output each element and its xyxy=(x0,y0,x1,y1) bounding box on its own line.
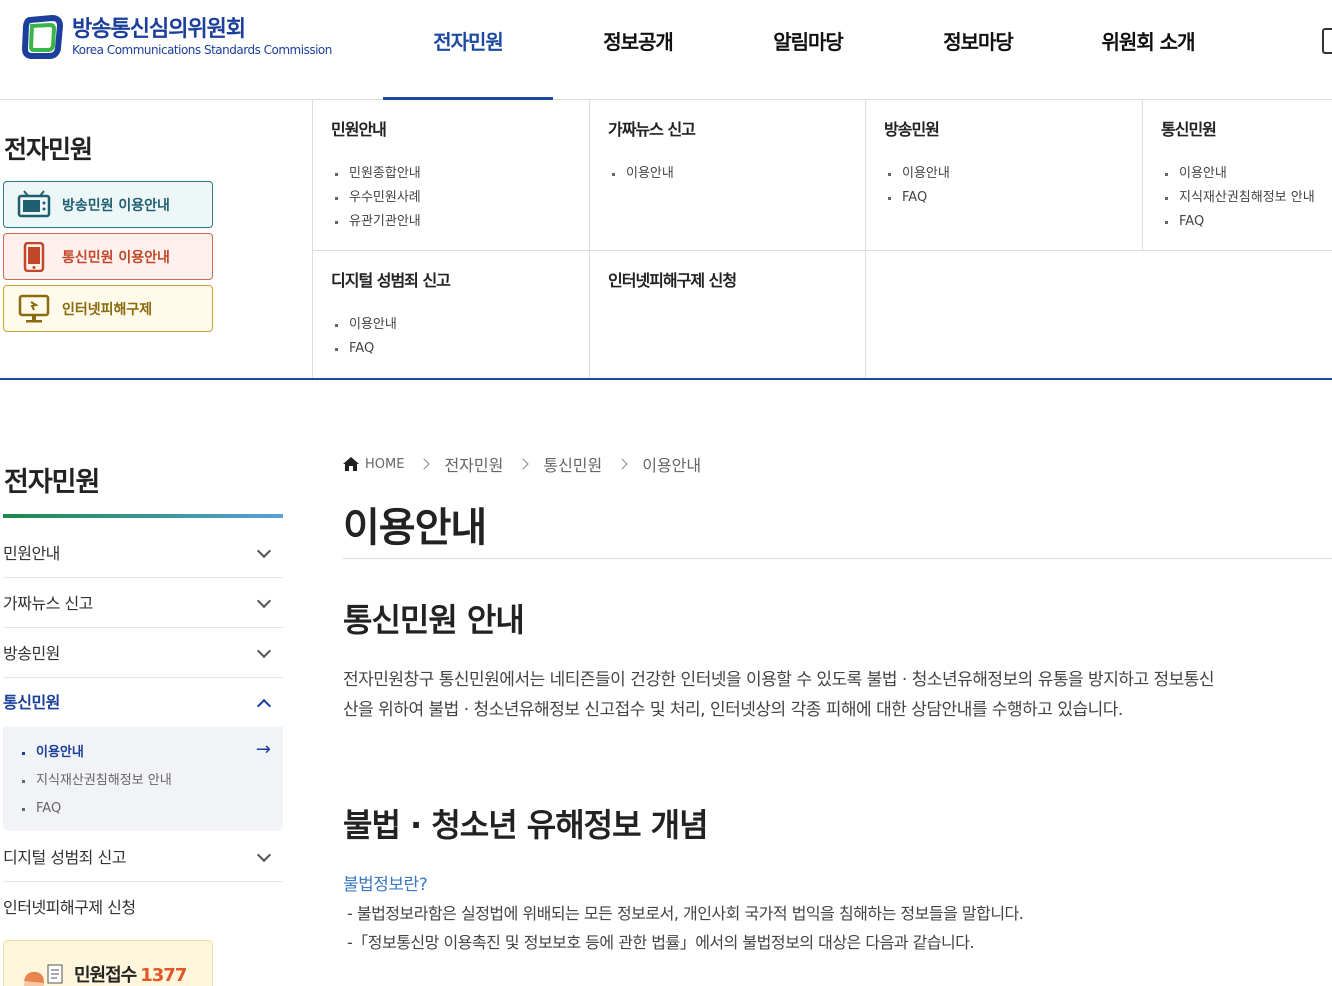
kcsc-logo-icon xyxy=(22,14,64,59)
chevron-down-icon xyxy=(256,643,272,659)
quick-link-label: 방송민원 이용안내 xyxy=(62,197,170,214)
mega-link[interactable]: 유관기관안내 xyxy=(331,210,589,234)
mega-col-empty xyxy=(865,251,1332,378)
chevron-down-icon xyxy=(256,543,272,559)
monitor-icon xyxy=(16,294,52,324)
side-nav-sub-item[interactable]: FAQ xyxy=(3,795,283,823)
definition-item: -「정보통신망 이용촉진 및 정보보호 등에 관한 법률」에서의 불법정보의 대… xyxy=(347,933,975,952)
intro-line-2: 산을 위하여 불법 · 청소년유해정보 신고접수 및 처리, 인터넷상의 각종 … xyxy=(343,700,1123,720)
side-nav-item-telecom[interactable]: 통신민원 xyxy=(3,677,283,727)
definition-item: - 불법정보라함은 실정법에 위배되는 모든 정보로서, 개인사회 국가적 법익… xyxy=(347,904,1024,923)
quick-link-internet-relief[interactable]: 인터넷피해구제 xyxy=(3,285,213,332)
mega-col-title[interactable]: 디지털 성범죄 신고 xyxy=(331,267,589,291)
illegal-info-subheading: 불법정보란? xyxy=(343,875,428,895)
section-heading-telecom-guide: 통신민원 안내 xyxy=(343,601,525,639)
chevron-down-icon xyxy=(256,847,272,863)
page-title: 이용안내 xyxy=(343,505,487,551)
mega-link[interactable]: 이용안내 xyxy=(331,313,589,337)
mega-col-fake-news: 가짜뉴스 신고 이용안내 xyxy=(589,100,865,251)
breadcrumb-item[interactable]: 통신민원 xyxy=(543,452,602,476)
mega-col-title[interactable]: 통신민원 xyxy=(1161,116,1332,140)
side-nav-label: 가짜뉴스 신고 xyxy=(3,594,93,613)
logo-korean-name: 방송통신심의위원회 xyxy=(72,17,246,42)
header-utility-button[interactable] xyxy=(1322,28,1332,54)
mega-menu-grid: 민원안내 민원종합안내 우수민원사례 유관기관안내 가짜뉴스 신고 이용안내 방… xyxy=(312,100,1332,378)
arrow-right-icon: → xyxy=(255,739,271,760)
side-nav-item-broadcast[interactable]: 방송민원 xyxy=(3,628,283,678)
side-nav-sub-item[interactable]: 지식재산권침해정보 안내 xyxy=(3,767,283,795)
side-nav-divider xyxy=(3,514,283,518)
counter-label: 민원접수 1377 xyxy=(74,961,187,986)
intro-line-1: 전자민원창구 통신민원에서는 네티즌들이 건강한 인터넷을 이용할 수 있도록 … xyxy=(343,670,1215,690)
mega-link[interactable]: FAQ xyxy=(1161,210,1332,234)
counselor-icon xyxy=(24,964,63,986)
gnb-item-info-center[interactable]: 정보마당 xyxy=(893,0,1063,100)
site-logo[interactable]: 방송통신심의위원회 Korea Communications Standards… xyxy=(22,14,332,60)
mega-col-digital-crime: 디지털 성범죄 신고 이용안내 FAQ xyxy=(312,251,589,378)
side-nav-label: 통신민원 xyxy=(3,693,60,712)
side-nav-label: 인터넷피해구제 신청 xyxy=(3,898,136,917)
quick-link-broadcast-guide[interactable]: 방송민원 이용안내 xyxy=(3,181,213,228)
mega-link[interactable]: FAQ xyxy=(331,337,589,361)
side-nav-item-fake-news[interactable]: 가짜뉴스 신고 xyxy=(3,578,283,628)
mega-menu: 전자민원 방송민원 이용안내 통신민원 이용안내 인터넷피해구제 민원안내 민원… xyxy=(0,100,1332,380)
counter-label-text: 민원접수 xyxy=(74,965,137,986)
mega-link[interactable]: 이용안내 xyxy=(1161,162,1332,186)
global-nav: 전자민원 정보공개 알림마당 정보마당 위원회 소개 xyxy=(383,0,1233,100)
mega-col-broadcast: 방송민원 이용안내 FAQ xyxy=(865,100,1142,251)
chevron-down-icon xyxy=(256,593,272,609)
gnb-item-info-disclosure[interactable]: 정보공개 xyxy=(553,0,723,100)
counter-value: 1377 xyxy=(140,965,187,986)
side-nav-sub-item-active[interactable]: 이용안내 xyxy=(3,739,283,767)
side-nav-label: 방송민원 xyxy=(3,644,60,663)
breadcrumb-home[interactable]: HOME xyxy=(365,457,404,472)
mega-col-title[interactable]: 가짜뉴스 신고 xyxy=(608,116,865,140)
breadcrumb: HOME 전자민원 통신민원 이용안내 xyxy=(343,452,701,476)
tv-icon xyxy=(16,189,52,220)
section-heading-harmful-info: 불법 · 청소년 유해정보 개념 xyxy=(343,806,709,844)
mega-link[interactable]: 민원종합안내 xyxy=(331,162,589,186)
quick-link-label: 통신민원 이용안내 xyxy=(62,249,170,266)
side-nav-title: 전자민원 xyxy=(4,467,100,498)
home-icon[interactable] xyxy=(343,457,359,471)
chevron-right-icon xyxy=(517,458,530,470)
gnb-item-about[interactable]: 위원회 소개 xyxy=(1063,0,1233,100)
mega-menu-title: 전자민원 xyxy=(4,135,93,164)
side-nav-label: 민원안내 xyxy=(3,544,60,563)
mega-col-title[interactable]: 민원안내 xyxy=(331,116,589,140)
mega-link[interactable]: 이용안내 xyxy=(884,162,1142,186)
gnb-item-e-civil[interactable]: 전자민원 xyxy=(383,0,553,100)
breadcrumb-item[interactable]: 전자민원 xyxy=(444,452,503,476)
logo-english-name: Korea Communications Standards Commissio… xyxy=(72,43,332,57)
quick-link-label: 인터넷피해구제 xyxy=(62,301,153,318)
intro-paragraph: 전자민원창구 통신민원에서는 네티즌들이 건강한 인터넷을 이용할 수 있도록 … xyxy=(343,665,1332,725)
side-nav-label: 디지털 성범죄 신고 xyxy=(3,848,126,867)
breadcrumb-current: 이용안내 xyxy=(642,456,702,475)
mega-col-title[interactable]: 인터넷피해구제 신청 xyxy=(608,267,865,291)
mega-col-civil-guide: 민원안내 민원종합안내 우수민원사례 유관기관안내 xyxy=(312,100,589,251)
mega-link[interactable]: 지식재산권침해정보 안내 xyxy=(1161,186,1332,210)
mega-link[interactable]: 이용안내 xyxy=(608,162,865,186)
mega-link[interactable]: FAQ xyxy=(884,186,1142,210)
mega-col-telecom: 통신민원 이용안내 지식재산권침해정보 안내 FAQ xyxy=(1142,100,1332,251)
chevron-right-icon xyxy=(616,458,628,470)
mega-link[interactable]: 우수민원사례 xyxy=(331,186,589,210)
title-divider xyxy=(343,558,1332,559)
side-nav-item-digital-crime[interactable]: 디지털 성범죄 신고 xyxy=(3,832,283,882)
mobile-phone-icon xyxy=(16,241,52,272)
side-nav-item-civil-guide[interactable]: 민원안내 xyxy=(3,528,283,578)
side-nav-submenu: 이용안내 지식재산권침해정보 안내 FAQ → xyxy=(3,727,283,831)
chevron-up-icon xyxy=(256,698,272,714)
quick-link-telecom-guide[interactable]: 통신민원 이용안내 xyxy=(3,233,213,280)
complaint-counter: 민원접수 1377 xyxy=(3,940,213,986)
chevron-right-icon xyxy=(418,458,431,470)
mega-col-internet-relief: 인터넷피해구제 신청 xyxy=(589,251,865,378)
mega-col-title[interactable]: 방송민원 xyxy=(884,116,1142,140)
side-nav-item-internet-relief[interactable]: 인터넷피해구제 신청 xyxy=(3,882,283,932)
gnb-item-notices[interactable]: 알림마당 xyxy=(723,0,893,100)
site-header: 방송통신심의위원회 Korea Communications Standards… xyxy=(0,0,1332,100)
